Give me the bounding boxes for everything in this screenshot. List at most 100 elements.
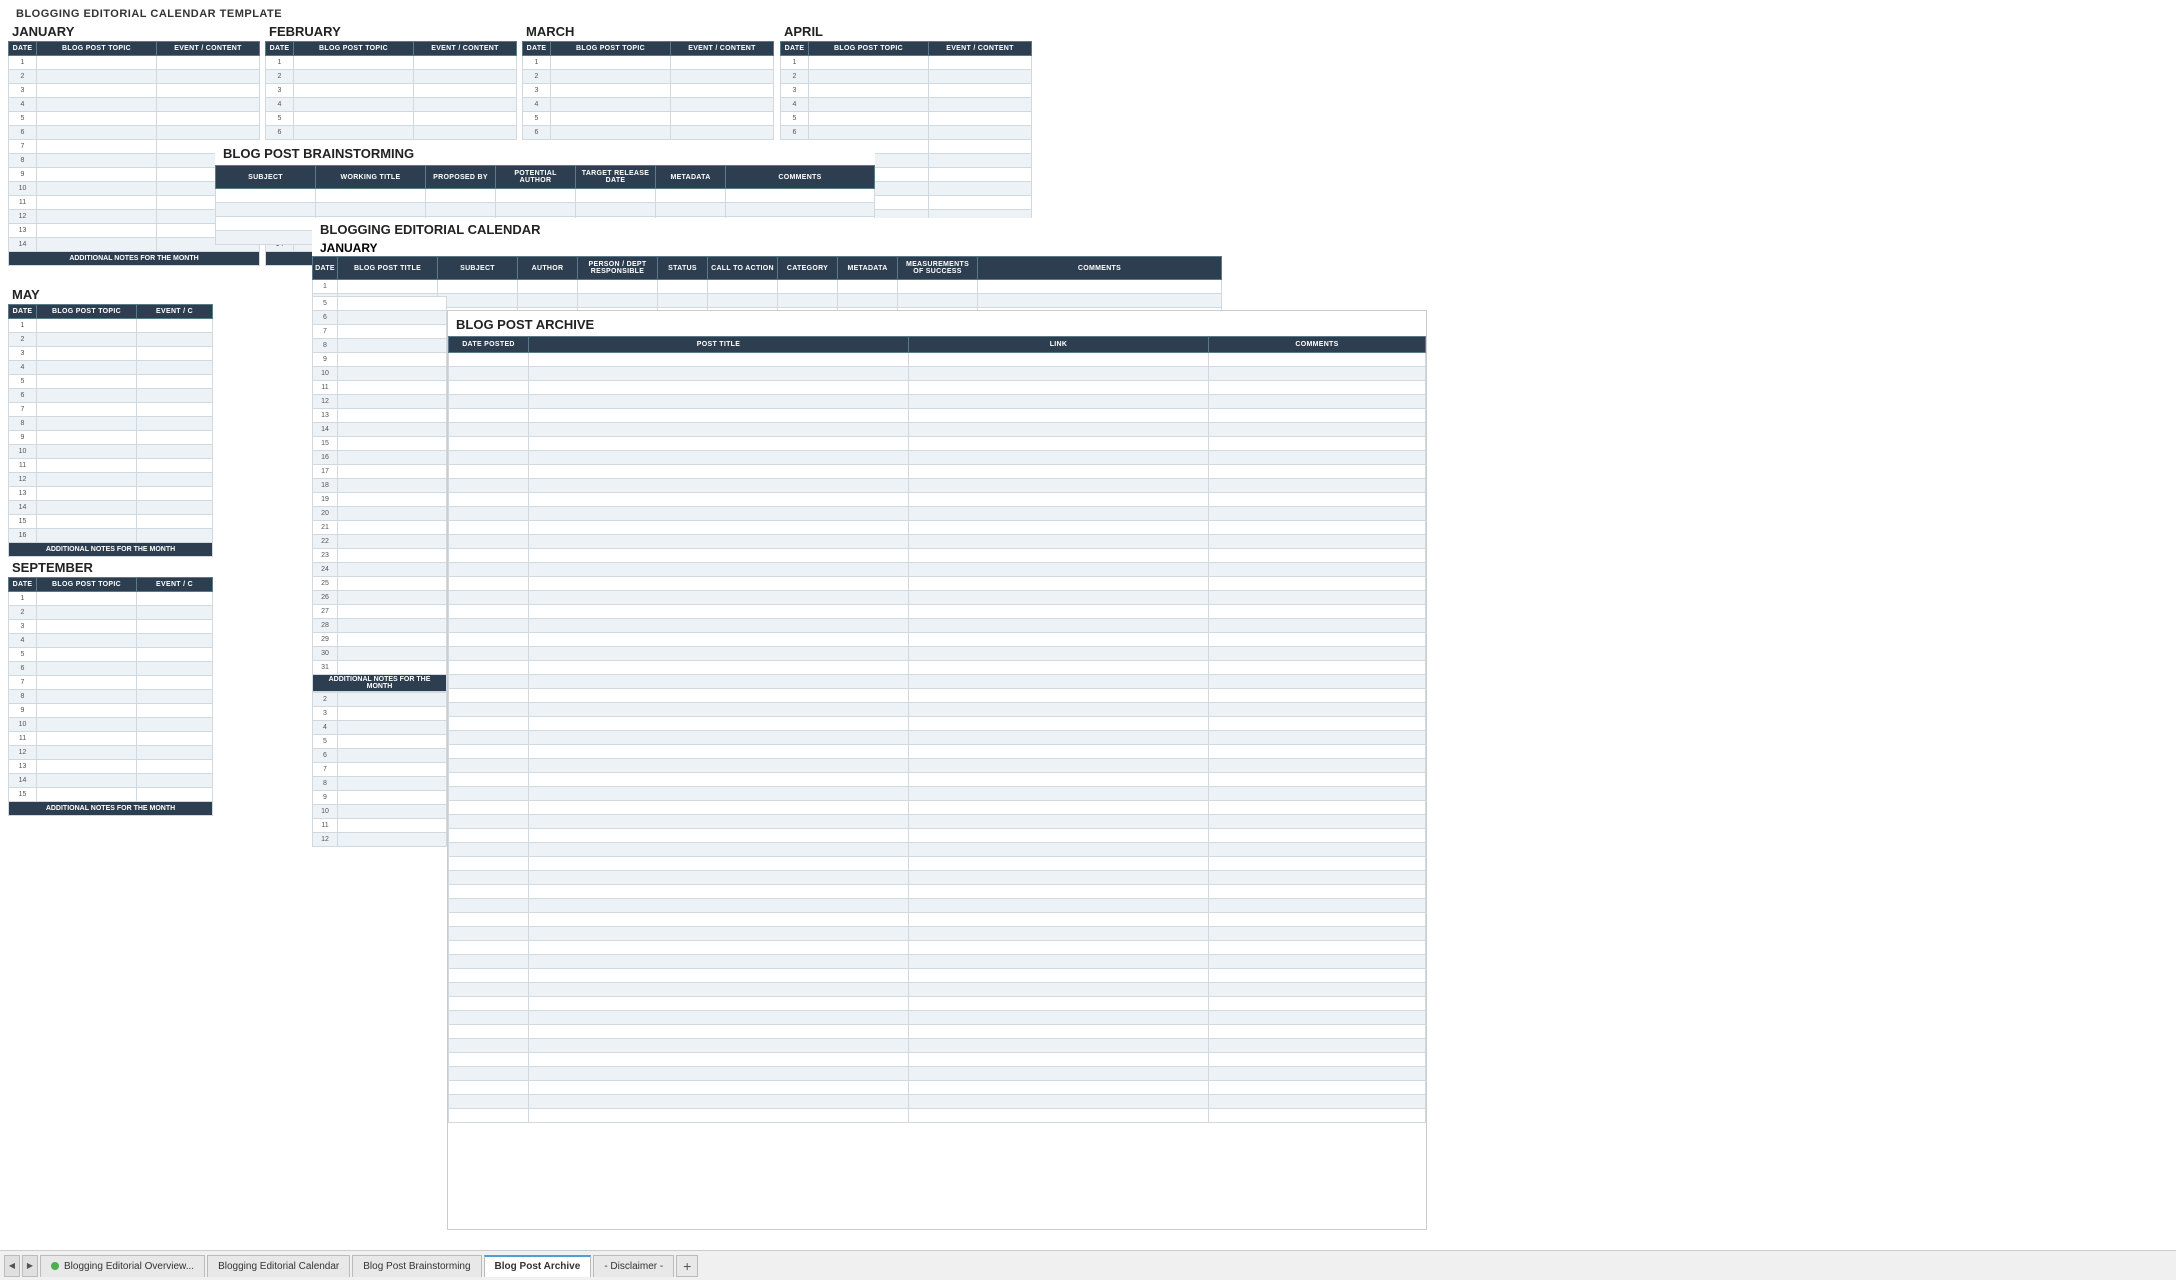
archive-row <box>449 661 1426 675</box>
archive-row <box>449 507 1426 521</box>
archive-row <box>449 591 1426 605</box>
apr-col-event: EVENT / CONTENT <box>929 42 1032 56</box>
tab-dot-icon <box>51 1262 59 1270</box>
feb-col-date: DATE <box>266 42 294 56</box>
feb-col-event: EVENT / CONTENT <box>414 42 517 56</box>
archive-row <box>449 927 1426 941</box>
february-title: FEBRUARY <box>265 22 517 41</box>
bs-col-target: TARGET RELEASE DATE <box>576 166 656 189</box>
bs-col-comments: COMMENTS <box>726 166 875 189</box>
may-title: MAY <box>8 285 213 304</box>
ec-col-author: AUTHOR <box>518 257 578 280</box>
archive-row <box>449 479 1426 493</box>
ec-col-person: PERSON / DEPT RESPONSIBLE <box>578 257 658 280</box>
archive-row <box>449 409 1426 423</box>
ec-col-status: STATUS <box>658 257 708 280</box>
tab-scroll-left[interactable]: ◀ <box>4 1255 20 1277</box>
editorial-january-label: JANUARY <box>312 239 1222 256</box>
archive-row <box>449 899 1426 913</box>
bs-col-working-title: WORKING TITLE <box>316 166 426 189</box>
archive-row <box>449 1053 1426 1067</box>
archive-row <box>449 913 1426 927</box>
may-col-topic: BLOG POST TOPIC <box>37 305 137 319</box>
brainstorm-title: BLOG POST BRAINSTORMING <box>215 140 875 165</box>
ec-col-date: DATE <box>313 257 338 280</box>
september-table: DATE BLOG POST TOPIC EVENT / C 1 2 3 4 5… <box>8 577 213 816</box>
ec-col-category: CATEGORY <box>778 257 838 280</box>
archive-row <box>449 689 1426 703</box>
archive-row <box>449 703 1426 717</box>
march-title: MARCH <box>522 22 774 41</box>
may-notes: ADDITIONAL NOTES FOR THE MONTH <box>9 543 213 557</box>
tab-disclaimer[interactable]: - Disclaimer - <box>593 1255 674 1277</box>
archive-row <box>449 1095 1426 1109</box>
archive-row <box>449 969 1426 983</box>
mar-col-date: DATE <box>523 42 551 56</box>
archive-row <box>449 353 1426 367</box>
ec-col-measurements: MEASUREMENTS OF SUCCESS <box>898 257 978 280</box>
archive-row <box>449 955 1426 969</box>
bs-col-potential: POTENTIAL AUTHOR <box>496 166 576 189</box>
arc-col-date: DATE POSTED <box>449 337 529 353</box>
archive-row <box>449 1025 1426 1039</box>
tab-bar: ◀ ▶ Blogging Editorial Overview... Blogg… <box>0 1250 2176 1280</box>
archive-row <box>449 381 1426 395</box>
archive-main-table: DATE POSTED POST TITLE LINK COMMENTS <box>448 336 1426 1123</box>
jan-notes: ADDITIONAL NOTES FOR THE MONTH <box>9 252 260 266</box>
jan-col-date: DATE <box>9 42 37 56</box>
feb-col-topic: BLOG POST TOPIC <box>294 42 414 56</box>
archive-row <box>449 367 1426 381</box>
tab-blogging-editorial-calendar[interactable]: Blogging Editorial Calendar <box>207 1255 350 1277</box>
may-table: DATE BLOG POST TOPIC EVENT / C 1 2 3 4 5… <box>8 304 213 557</box>
january-editorial-rows: 5 6 7 8 9 10 11 12 13 14 15 16 17 18 19 … <box>312 296 447 692</box>
may-col-date: DATE <box>9 305 37 319</box>
tab-blogging-editorial-overview[interactable]: Blogging Editorial Overview... <box>40 1255 205 1277</box>
archive-row <box>449 843 1426 857</box>
september-section: SEPTEMBER DATE BLOG POST TOPIC EVENT / C… <box>8 558 213 816</box>
jan-col-event: EVENT / CONTENT <box>157 42 260 56</box>
january-title: JANUARY <box>8 22 260 41</box>
archive-row <box>449 745 1426 759</box>
main-title: BLOGGING EDITORIAL CALENDAR TEMPLATE <box>8 4 290 24</box>
archive-row <box>449 633 1426 647</box>
jan-ec-notes: ADDITIONAL NOTES FOR THE MONTH <box>313 675 447 692</box>
sep-col-event: EVENT / C <box>137 578 213 592</box>
archive-row <box>449 983 1426 997</box>
ec-col-subject: SUBJECT <box>438 257 518 280</box>
tab-blog-post-archive[interactable]: Blog Post Archive <box>484 1255 592 1277</box>
archive-row <box>449 717 1426 731</box>
archive-row <box>449 787 1426 801</box>
ec-col-title: BLOG POST TITLE <box>338 257 438 280</box>
bs-col-metadata: METADATA <box>656 166 726 189</box>
archive-row <box>449 801 1426 815</box>
archive-row <box>449 605 1426 619</box>
mar-col-event: EVENT / CONTENT <box>671 42 774 56</box>
tab-add-button[interactable]: + <box>676 1255 698 1277</box>
tab-scroll-right[interactable]: ▶ <box>22 1255 38 1277</box>
archive-row <box>449 1039 1426 1053</box>
editorial-cal-title: BLOGGING EDITORIAL CALENDAR <box>312 218 1222 239</box>
archive-title: BLOG POST ARCHIVE <box>448 311 1426 336</box>
april-title: APRIL <box>780 22 1032 41</box>
archive-row <box>449 997 1426 1011</box>
tab-blog-post-brainstorming[interactable]: Blog Post Brainstorming <box>352 1255 481 1277</box>
archive-row <box>449 535 1426 549</box>
may-section: MAY DATE BLOG POST TOPIC EVENT / C 1 2 3… <box>8 285 213 557</box>
archive-row <box>449 885 1426 899</box>
arc-col-link: LINK <box>909 337 1209 353</box>
archive-row <box>449 1011 1426 1025</box>
sep-col-topic: BLOG POST TOPIC <box>37 578 137 592</box>
bs-col-proposed: PROPOSED BY <box>426 166 496 189</box>
archive-row <box>449 521 1426 535</box>
archive-row <box>449 577 1426 591</box>
archive-row <box>449 451 1426 465</box>
apr-col-topic: BLOG POST TOPIC <box>809 42 929 56</box>
archive-row <box>449 675 1426 689</box>
archive-row <box>449 549 1426 563</box>
bs-col-subject: SUBJECT <box>216 166 316 189</box>
may-col-event: EVENT / C <box>137 305 213 319</box>
archive-row <box>449 493 1426 507</box>
archive-row <box>449 465 1426 479</box>
archive-row <box>449 941 1426 955</box>
archive-row <box>449 423 1426 437</box>
